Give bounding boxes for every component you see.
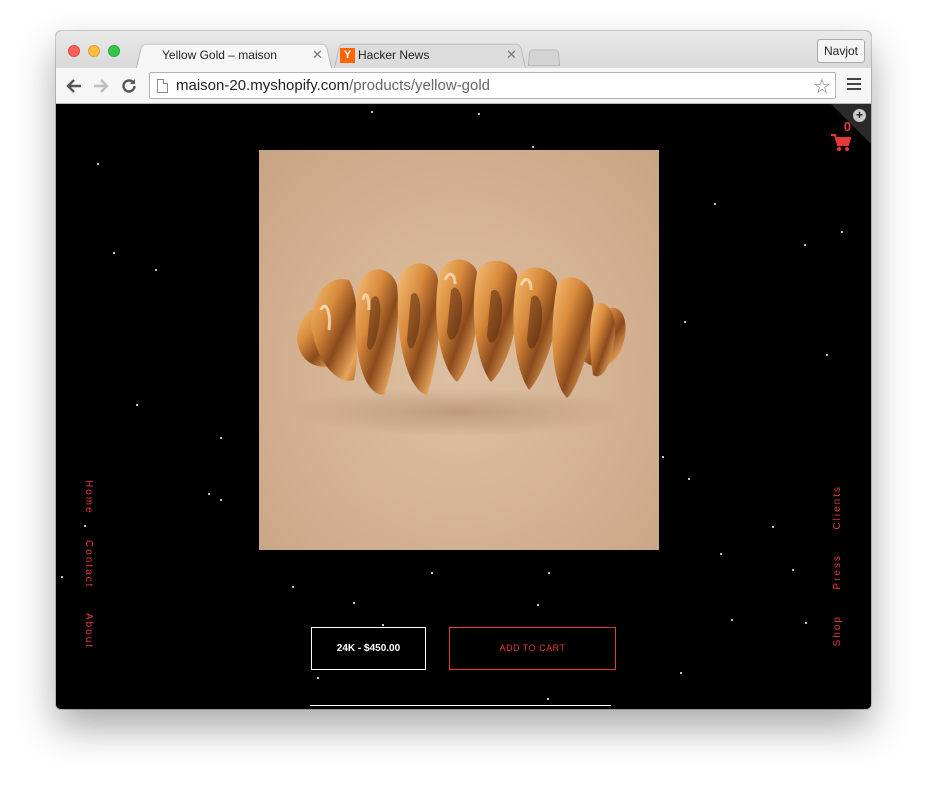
background-star (792, 569, 794, 571)
background-star (548, 572, 550, 574)
profile-button[interactable]: Navjot (816, 39, 865, 63)
hacker-news-favicon-icon: Y (340, 48, 355, 63)
reload-icon[interactable] (119, 76, 139, 96)
background-star (804, 244, 806, 246)
background-star (84, 525, 86, 527)
zoom-window-button[interactable] (108, 45, 120, 57)
url-host: maison-20.myshopify.com (176, 77, 350, 94)
star-outline-icon[interactable]: ☆ (813, 74, 831, 99)
background-star (292, 586, 294, 588)
nav-contact-link[interactable]: Contact (83, 540, 94, 588)
background-star (61, 576, 63, 578)
nav-shop-link[interactable]: Shop (832, 615, 843, 646)
background-star (826, 354, 828, 356)
gold-grill-illustration (289, 259, 629, 436)
background-star (220, 499, 222, 501)
background-star (662, 456, 664, 458)
background-star (684, 321, 686, 323)
background-star (431, 572, 433, 574)
background-star (97, 163, 99, 165)
gold-grill-image (259, 150, 659, 550)
background-star (688, 478, 690, 480)
tab-close-icon[interactable]: ✕ (506, 42, 517, 68)
background-star (731, 619, 733, 621)
url-path: /products/yellow-gold (349, 77, 491, 94)
add-to-cart-button[interactable]: ADD TO CART (449, 627, 616, 670)
address-bar[interactable]: maison-20.myshopify.com/products/yellow-… (149, 72, 836, 99)
background-star (805, 622, 807, 624)
hamburger-icon[interactable] (847, 78, 861, 92)
background-star (155, 269, 157, 271)
divider-line (310, 705, 611, 706)
background-star (382, 624, 384, 626)
background-star (136, 404, 138, 406)
nav-clients-link[interactable]: Clients (832, 485, 843, 530)
nav-press-link[interactable]: Press (832, 554, 843, 590)
new-tab-button[interactable] (528, 49, 560, 66)
tab-hacker-news[interactable]: Y Hacker News ✕ (334, 42, 526, 68)
background-star (317, 677, 319, 679)
forward-arrow-icon[interactable] (91, 76, 111, 96)
nav-about-link[interactable]: About (83, 613, 94, 649)
shopping-cart-icon[interactable] (831, 134, 852, 152)
background-star (547, 698, 549, 700)
tab-close-icon[interactable]: ✕ (312, 42, 323, 68)
background-star (841, 231, 843, 233)
background-star (208, 493, 210, 495)
close-window-button[interactable] (68, 45, 80, 57)
tab-title: Yellow Gold – maison (162, 48, 277, 62)
page-viewport: Home Contact About Clients Press Shop + … (56, 104, 871, 709)
cart-expand-plus-icon[interactable]: + (853, 109, 866, 122)
background-star (478, 113, 480, 115)
background-star (113, 252, 115, 254)
browser-window: Yellow Gold – maison ✕ Y Hacker News ✕ N… (56, 31, 871, 709)
background-star (220, 437, 222, 439)
tab-strip: Yellow Gold – maison ✕ Y Hacker News ✕ N… (56, 31, 871, 68)
back-arrow-icon[interactable] (64, 76, 84, 96)
tab-yellow-gold[interactable]: Yellow Gold – maison ✕ (136, 42, 332, 68)
background-star (532, 146, 534, 148)
minimize-window-button[interactable] (88, 45, 100, 57)
variant-select[interactable]: 24K - $450.00 (311, 627, 426, 670)
background-star (772, 526, 774, 528)
background-star (537, 604, 539, 606)
nav-home-link[interactable]: Home (83, 480, 94, 515)
background-star (371, 111, 373, 113)
background-star (714, 203, 716, 205)
browser-toolbar: maison-20.myshopify.com/products/yellow-… (56, 68, 871, 104)
background-star (680, 672, 682, 674)
page-icon (157, 79, 168, 93)
url-text: maison-20.myshopify.com/products/yellow-… (176, 77, 490, 94)
cart-count: 0 (843, 119, 851, 134)
background-star (353, 602, 355, 604)
tab-title: Hacker News (358, 48, 430, 62)
background-star (720, 553, 722, 555)
